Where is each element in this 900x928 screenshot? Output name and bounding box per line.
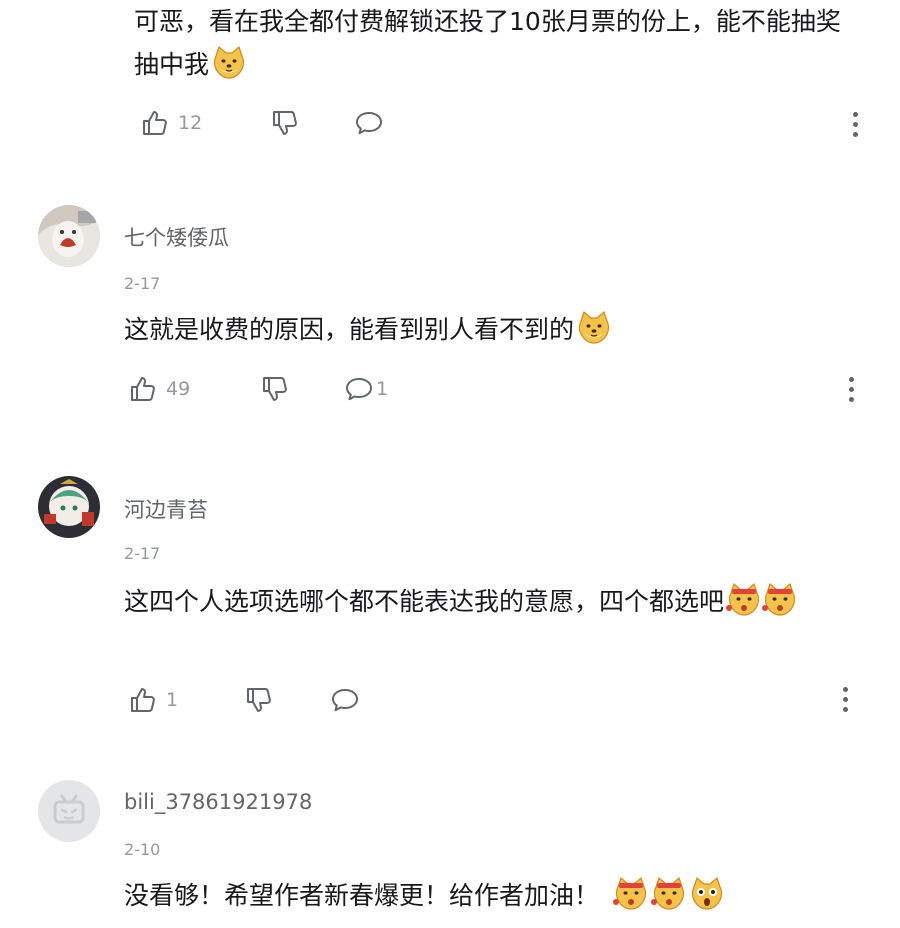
doge-emoji-icon [762,581,798,617]
more-vertical-icon[interactable] [842,685,850,715]
comment-actions: 1 [128,683,848,717]
like-button[interactable]: 1 [128,683,178,717]
comment-date: 2-17 [124,274,161,293]
comment-text: 这四个人选项选哪个都不能表达我的意愿，四个都选吧 [124,580,864,623]
reply-bubble-icon [354,108,384,138]
comment-date: 2-10 [124,840,161,859]
thumbs-down-icon [260,374,290,404]
comment-text-content: 这四个人选项选哪个都不能表达我的意愿，四个都选吧 [124,587,725,616]
like-count: 1 [166,689,179,711]
like-count: 49 [166,378,191,400]
doge-emoji-icon [689,875,725,911]
username[interactable]: 河边青苔 [124,494,208,524]
reply-bubble-icon [344,374,374,404]
username[interactable]: 七个矮倭瓜 [124,222,229,252]
username[interactable]: bili_37861921978 [124,790,312,814]
comment-text: 可恶，看在我全都付费解锁还投了10张月票的份上，能不能抽奖抽中我 [134,0,854,86]
doge-emoji-icon [613,875,649,911]
comment-actions: 49 1 [128,372,848,406]
like-button[interactable]: 12 [140,106,202,140]
reply-count: 1 [376,378,389,400]
more-vertical-icon[interactable] [852,110,860,140]
doge-emoji-icon [726,581,762,617]
doge-emoji-icon [576,309,612,345]
dislike-button[interactable] [270,106,300,140]
comment-text-content: 这就是收费的原因，能看到别人看不到的 [124,315,575,344]
reply-button[interactable] [330,683,368,717]
dislike-button[interactable] [244,683,274,717]
avatar[interactable] [38,205,100,267]
avatar[interactable] [38,780,100,842]
doge-emoji-icon [651,875,687,911]
reply-button[interactable]: 1 [344,372,388,406]
thumbs-up-icon [140,108,170,138]
avatar[interactable] [38,476,100,538]
comment-text-content: 没看够！希望作者新春爆更！给作者加油！ [124,881,600,910]
comment-date: 2-17 [124,544,161,563]
comment-text: 没看够！希望作者新春爆更！给作者加油！ [124,874,884,917]
thumbs-down-icon [270,108,300,138]
dislike-button[interactable] [260,372,290,406]
like-count: 12 [178,112,203,134]
doge-emoji-icon [211,44,247,80]
comment-actions: 12 [140,106,860,140]
reply-bubble-icon [330,685,360,715]
thumbs-down-icon [244,685,274,715]
thumbs-up-icon [128,374,158,404]
comment-text: 这就是收费的原因，能看到别人看不到的 [124,308,864,351]
like-button[interactable]: 49 [128,372,190,406]
thumbs-up-icon [128,685,158,715]
reply-button[interactable] [354,106,392,140]
more-vertical-icon[interactable] [848,375,856,405]
